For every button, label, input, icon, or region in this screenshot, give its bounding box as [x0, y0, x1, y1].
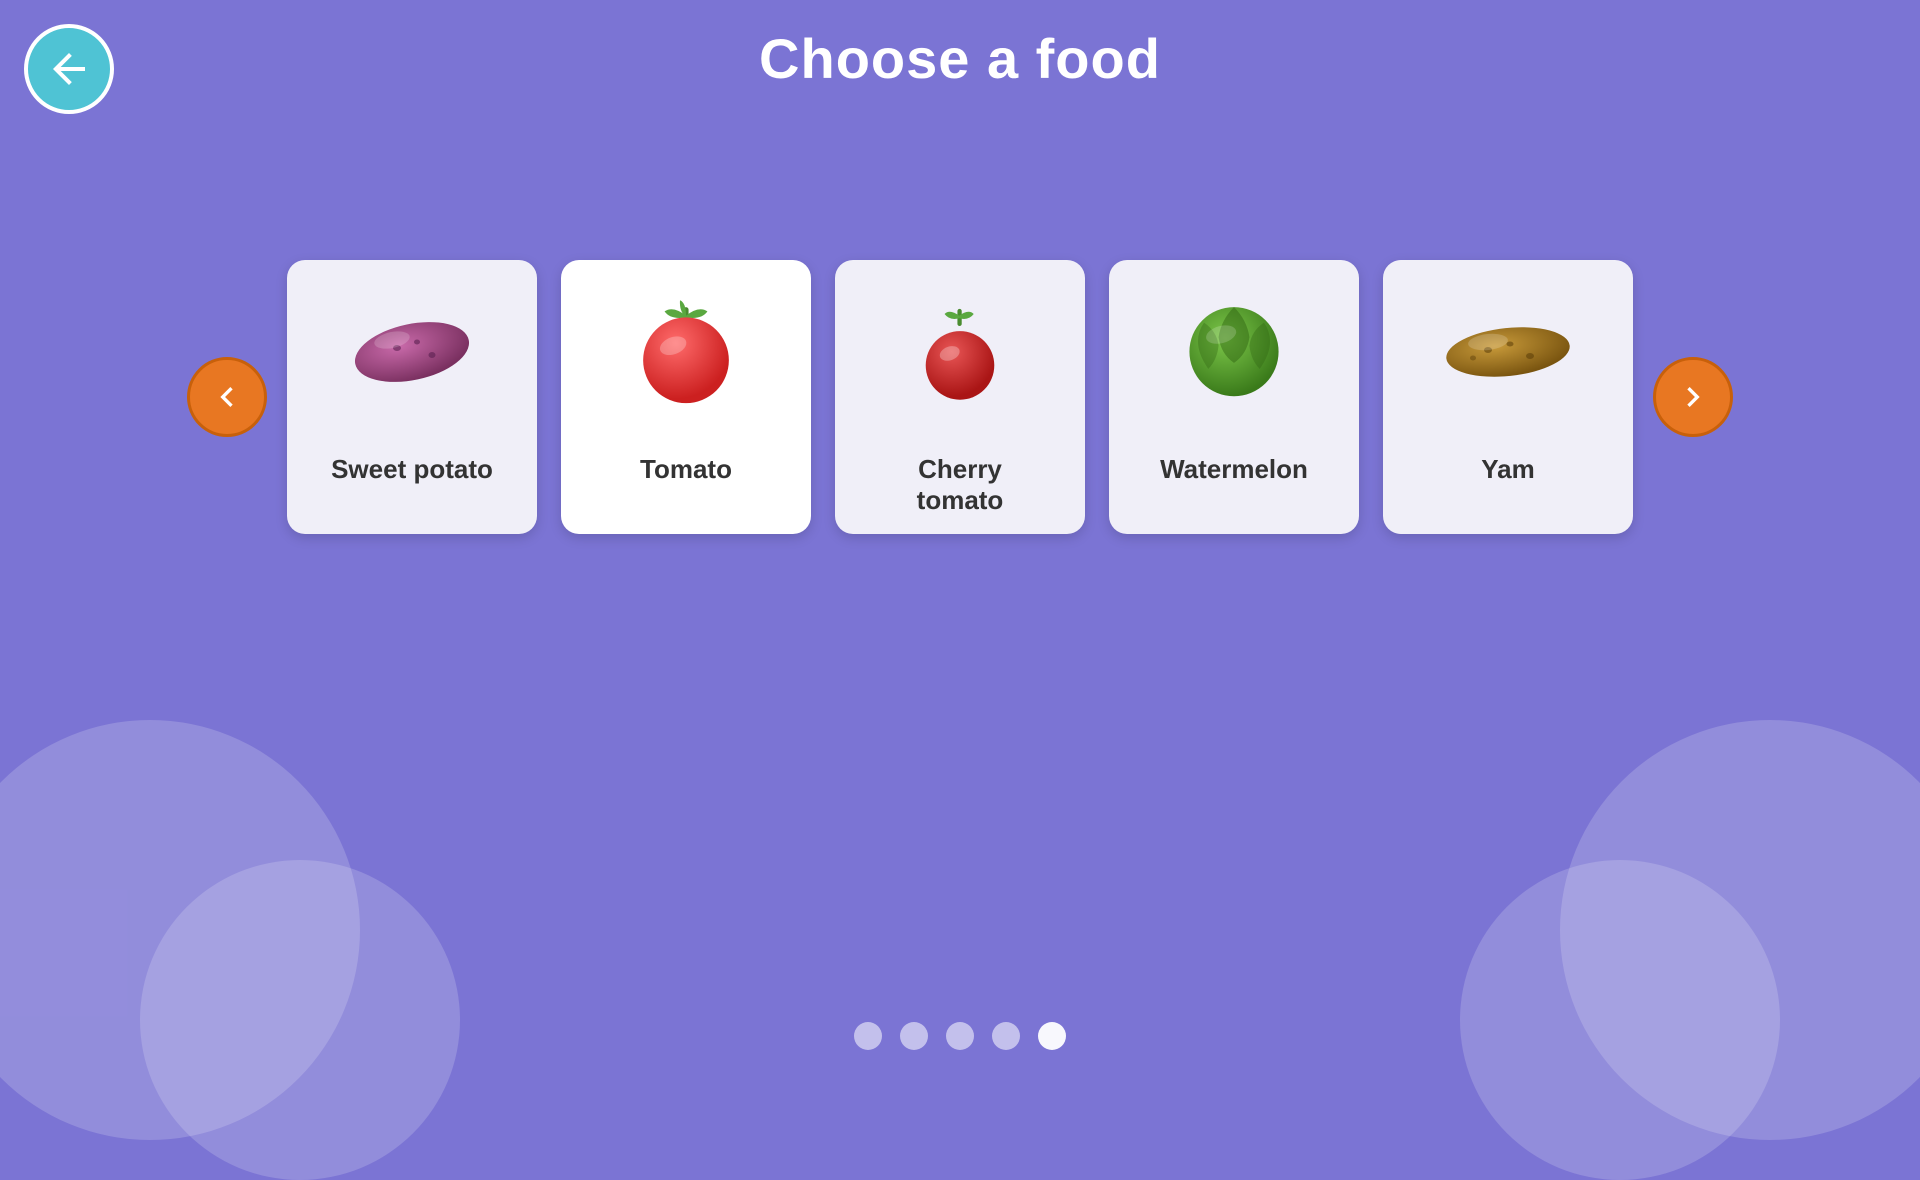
- dot-4[interactable]: [992, 1022, 1020, 1050]
- back-icon: [45, 45, 93, 93]
- page-dots: [0, 1022, 1920, 1050]
- dot-2[interactable]: [900, 1022, 928, 1050]
- yam-icon: [1438, 290, 1578, 410]
- food-card-cherry-tomato[interactable]: Cherrytomato: [835, 260, 1085, 534]
- next-button[interactable]: [1653, 357, 1733, 437]
- dot-5[interactable]: [1038, 1022, 1066, 1050]
- page-title: Choose a food: [0, 26, 1920, 91]
- food-cards-container: Sweet potato: [287, 260, 1633, 534]
- back-button[interactable]: [24, 24, 114, 114]
- prev-button[interactable]: [187, 357, 267, 437]
- watermelon-icon: [1164, 290, 1304, 410]
- dot-1[interactable]: [854, 1022, 882, 1050]
- cherry-tomato-label: Cherrytomato: [835, 440, 1085, 534]
- watermelon-label: Watermelon: [1109, 440, 1359, 503]
- food-card-yam[interactable]: Yam: [1383, 260, 1633, 534]
- food-selection-area: Sweet potato: [0, 260, 1920, 534]
- yam-label: Yam: [1383, 440, 1633, 503]
- sweet-potato-icon: [342, 290, 482, 410]
- sweet-potato-image-area: [287, 260, 537, 440]
- sweet-potato-label: Sweet potato: [287, 440, 537, 503]
- food-card-watermelon[interactable]: Watermelon: [1109, 260, 1359, 534]
- tomato-icon: [616, 290, 756, 410]
- dot-3[interactable]: [946, 1022, 974, 1050]
- cherry-tomato-image-area: [835, 260, 1085, 440]
- prev-icon: [207, 377, 247, 417]
- watermelon-image-area: [1109, 260, 1359, 440]
- tomato-image-area: [561, 260, 811, 440]
- next-icon: [1673, 377, 1713, 417]
- food-card-tomato[interactable]: Tomato: [561, 260, 811, 534]
- cherry-tomato-icon: [890, 290, 1030, 410]
- food-card-sweet-potato[interactable]: Sweet potato: [287, 260, 537, 534]
- cloud-decoration-4: [1460, 860, 1780, 1180]
- cloud-decoration-2: [140, 860, 460, 1180]
- tomato-label: Tomato: [561, 440, 811, 503]
- yam-image-area: [1383, 260, 1633, 440]
